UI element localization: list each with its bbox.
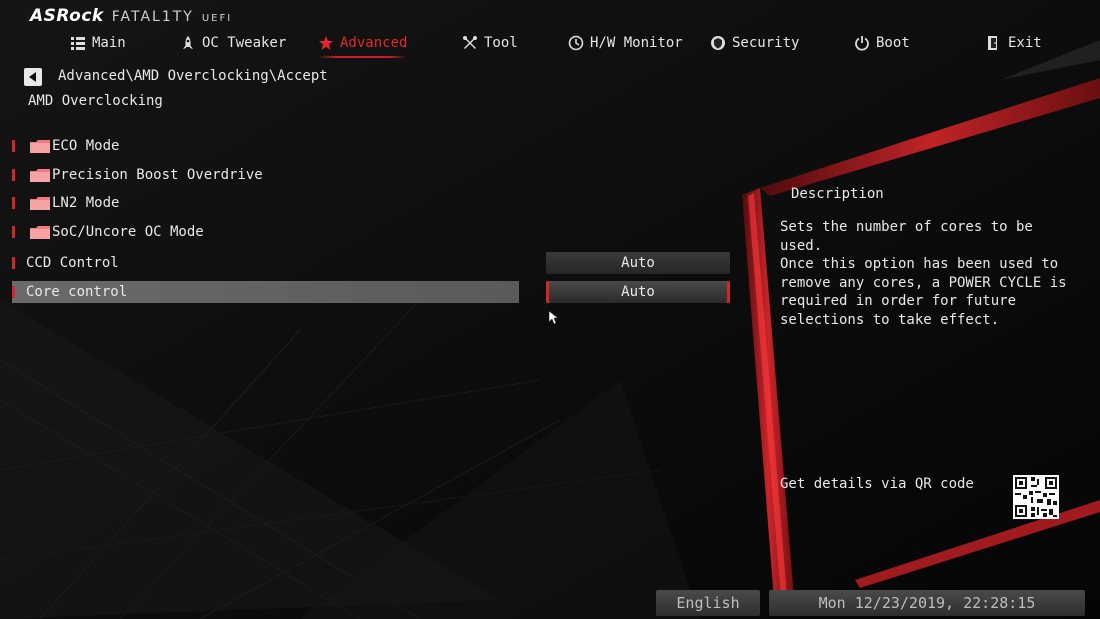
mouse-cursor-icon (549, 311, 559, 325)
logo-brand: ASRock (30, 6, 104, 26)
folder-icon (30, 225, 50, 239)
nav-tool-label: Tool (484, 35, 518, 51)
menu-item-ccd-control[interactable]: CCD Control (12, 252, 519, 274)
menu-item-label: Core control (26, 284, 128, 300)
ccd-control-value-button[interactable]: Auto (546, 252, 730, 274)
core-control-value-button[interactable]: Auto (546, 281, 730, 303)
menu-item-label: LN2 Mode (52, 195, 120, 211)
nav-oc-tweaker-label: OC Tweaker (202, 35, 287, 51)
shield-icon (711, 36, 725, 50)
qr-code-label: Get details via QR code (780, 476, 974, 492)
row-marker (12, 140, 15, 152)
nav-boot[interactable]: Boot (854, 30, 910, 56)
nav-hw-monitor[interactable]: H/W Monitor (568, 30, 683, 56)
nav-advanced-label: Advanced (340, 35, 408, 51)
nav-oc-tweaker[interactable]: OC Tweaker (180, 30, 286, 56)
exit-icon (988, 36, 997, 50)
back-button[interactable] (24, 68, 42, 86)
folder-icon (30, 196, 50, 210)
menu-item-label: ECO Mode (52, 138, 120, 154)
nav-boot-label: Boot (876, 35, 910, 51)
row-marker (12, 286, 15, 298)
folder-icon (30, 139, 50, 153)
menu-item-label: Precision Boost Overdrive (52, 167, 263, 183)
nav-main[interactable]: Main (70, 30, 126, 56)
logo-series: FATAL1TY (111, 9, 194, 25)
description-title: Description (791, 186, 884, 202)
nav-exit-label: Exit (1008, 35, 1042, 51)
logo-suffix: UEFI (201, 13, 233, 24)
row-marker (12, 226, 15, 238)
top-navigation: Main OC Tweaker Advanced Tool H/W Monito… (0, 30, 1100, 58)
nav-tool[interactable]: Tool (462, 30, 518, 56)
nav-security-label: Security (732, 35, 800, 51)
qr-code-image (1013, 475, 1059, 519)
row-marker (12, 257, 15, 269)
folder-icon (30, 168, 50, 182)
list-icon (71, 37, 85, 50)
row-marker (12, 169, 15, 181)
nav-hw-monitor-label: H/W Monitor (590, 35, 683, 51)
nav-security[interactable]: Security (710, 30, 799, 56)
nav-main-label: Main (92, 35, 126, 51)
menu-item-label: SoC/Uncore OC Mode (52, 224, 204, 240)
breadcrumb: Advanced\AMD Overclocking\Accept (58, 68, 328, 84)
nav-advanced[interactable]: Advanced (318, 30, 408, 58)
power-icon (855, 36, 869, 51)
row-marker (12, 197, 15, 209)
star-icon (319, 36, 333, 50)
rocket-icon (183, 36, 193, 49)
menu-item-label: CCD Control (26, 255, 119, 271)
monitor-icon (568, 35, 584, 51)
page-title: AMD Overclocking (28, 93, 163, 109)
language-button[interactable]: English (656, 590, 760, 616)
asrock-logo: ASRock FATAL1TY UEFI (30, 6, 232, 26)
menu-item-soc-uncore-oc-mode[interactable]: SoC/Uncore OC Mode (12, 221, 519, 243)
menu-item-eco-mode[interactable]: ECO Mode (12, 135, 519, 157)
nav-exit[interactable]: Exit (986, 30, 1042, 56)
description-text: Sets the number of cores to be used. Onc… (780, 219, 1067, 328)
menu-item-precision-boost-overdrive[interactable]: Precision Boost Overdrive (12, 164, 519, 186)
menu-item-core-control[interactable]: Core control (12, 281, 519, 303)
datetime-display: Mon 12/23/2019, 22:28:15 (769, 590, 1085, 616)
tools-icon (463, 36, 477, 49)
menu-item-ln2-mode[interactable]: LN2 Mode (12, 192, 519, 214)
